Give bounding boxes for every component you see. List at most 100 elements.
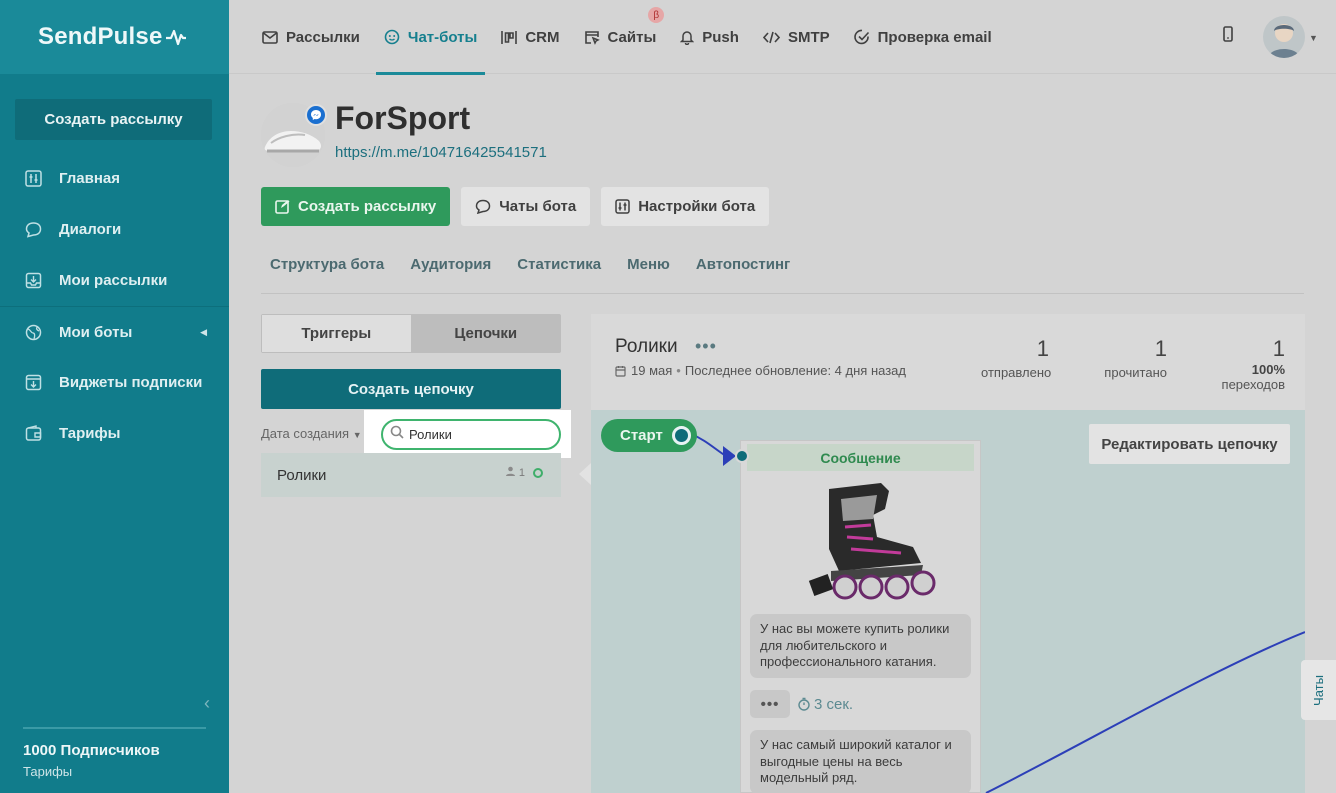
bot-name: ForSport bbox=[335, 100, 471, 136]
top-navigation: Рассылки Чат-боты CRM Сайты β Push SMTP … bbox=[229, 0, 1336, 75]
stat-read: 1 прочитано bbox=[1097, 336, 1167, 380]
tab-campaigns[interactable]: Рассылки bbox=[262, 0, 360, 74]
message-input-connector[interactable] bbox=[735, 449, 749, 463]
stat-sent-value: 1 bbox=[1036, 336, 1049, 361]
chat-bubble-icon bbox=[24, 221, 42, 239]
stat-clicks-value: 1 bbox=[1272, 336, 1285, 361]
inline-skate-image bbox=[781, 479, 951, 604]
chain-list-item[interactable]: Ролики 1 bbox=[261, 453, 561, 497]
bot-chats-button[interactable]: Чаты бота bbox=[461, 187, 591, 226]
chats-tab-label: Чаты bbox=[1310, 674, 1326, 706]
edit-icon bbox=[275, 199, 290, 214]
inbox-icon bbox=[24, 272, 42, 290]
dashboard-icon bbox=[24, 170, 42, 188]
sidebar-item-tariffs[interactable]: Тарифы bbox=[0, 408, 229, 459]
beta-badge: β bbox=[648, 7, 665, 23]
segment-chains[interactable]: Цепочки bbox=[411, 315, 560, 352]
code-icon bbox=[762, 31, 780, 44]
tab-push[interactable]: Push bbox=[680, 0, 739, 74]
stat-read-value: 1 bbox=[1154, 336, 1167, 361]
sidebar-item-home[interactable]: Главная bbox=[0, 153, 229, 204]
subscriber-count: 1000 Подписчиков bbox=[23, 742, 160, 759]
settings-sliders-icon bbox=[615, 199, 630, 214]
status-active-icon bbox=[533, 467, 543, 478]
chain-search-field[interactable] bbox=[381, 419, 561, 450]
message-text-bubble: У нас самый широкий каталог и выгодные ц… bbox=[750, 730, 971, 793]
chevron-down-icon[interactable]: ▼ bbox=[1309, 33, 1318, 43]
tab-label: Чат-боты bbox=[407, 28, 478, 46]
segment-triggers[interactable]: Триггеры bbox=[262, 315, 412, 352]
tab-smtp[interactable]: SMTP bbox=[762, 0, 830, 74]
tab-email-verify[interactable]: Проверка email bbox=[853, 0, 992, 74]
message-text-bubble: У нас вы можете купить ролики для любите… bbox=[750, 614, 971, 678]
tab-crm[interactable]: CRM bbox=[501, 0, 560, 74]
search-input[interactable] bbox=[409, 427, 539, 442]
chat-bubble-icon bbox=[475, 199, 491, 214]
sidebar-item-campaigns[interactable]: Мои рассылки bbox=[0, 255, 229, 306]
tab-chatbots[interactable]: Чат-боты bbox=[375, 0, 486, 75]
sort-label: Дата создания bbox=[261, 426, 350, 441]
sidebar-item-label: Мои боты bbox=[59, 323, 133, 341]
sidebar-item-dialogs[interactable]: Диалоги bbox=[0, 204, 229, 255]
collapse-sidebar-icon[interactable]: ‹ bbox=[204, 693, 210, 714]
subtab-autoposting[interactable]: Автопостинг bbox=[696, 256, 790, 293]
stopwatch-icon bbox=[798, 697, 810, 711]
user-avatar[interactable] bbox=[1263, 16, 1305, 58]
bot-messenger-link[interactable]: https://m.me/104716425541571 bbox=[335, 144, 547, 161]
kanban-icon bbox=[501, 30, 518, 45]
site-icon bbox=[584, 30, 600, 45]
start-node[interactable]: Старт bbox=[601, 419, 697, 452]
more-options-icon[interactable]: ••• bbox=[695, 336, 717, 357]
sendpulse-logo[interactable]: SendPulse bbox=[0, 0, 229, 74]
stat-clicks-label: переходов bbox=[1221, 377, 1285, 392]
tab-label: Сайты bbox=[607, 28, 657, 46]
sort-dropdown[interactable]: Дата создания ▼ bbox=[261, 426, 362, 441]
start-label: Старт bbox=[620, 427, 663, 444]
plan-link[interactable]: Тарифы bbox=[23, 764, 206, 779]
stat-read-label: прочитано bbox=[1104, 365, 1167, 380]
sidebar-item-bots[interactable]: Мои боты ◀ bbox=[0, 306, 229, 357]
tab-label: Проверка email bbox=[877, 28, 992, 46]
typing-dots-icon: ••• bbox=[750, 690, 790, 718]
tab-label: Push bbox=[702, 28, 739, 46]
bot-settings-button[interactable]: Настройки бота bbox=[601, 187, 770, 226]
mobile-phone-icon[interactable] bbox=[1223, 26, 1233, 47]
stat-clicks: 1 100% переходов bbox=[1211, 336, 1285, 392]
start-connector[interactable] bbox=[672, 426, 691, 445]
chain-subscriber-count: 1 bbox=[518, 466, 525, 479]
chain-date-info: 19 мая • Последнее обновление: 4 дня наз… bbox=[615, 363, 906, 378]
sidebar-item-label: Главная bbox=[59, 170, 121, 187]
triggers-chains-toggle: Триггеры Цепочки bbox=[261, 314, 561, 353]
envelope-icon bbox=[262, 30, 278, 44]
tab-label: CRM bbox=[525, 28, 560, 46]
create-campaign-button[interactable]: Создать рассылку bbox=[261, 187, 451, 226]
globe-icon bbox=[24, 323, 42, 341]
subtab-menu[interactable]: Меню bbox=[627, 256, 670, 293]
delay-row: ••• 3 сек. bbox=[750, 690, 853, 718]
chats-side-tab[interactable]: Чаты bbox=[1301, 660, 1336, 720]
wallet-icon bbox=[24, 425, 42, 443]
sidebar-create-campaign-button[interactable]: Создать рассылку bbox=[15, 99, 212, 140]
subtab-audience[interactable]: Аудитория bbox=[410, 256, 491, 293]
create-chain-button[interactable]: Создать цепочку bbox=[261, 369, 561, 409]
edit-chain-button[interactable]: Редактировать цепочку bbox=[1089, 424, 1290, 464]
subtab-structure[interactable]: Структура бота bbox=[270, 256, 384, 293]
chain-title: Ролики bbox=[615, 336, 678, 357]
stat-sent: 1 отправлено bbox=[981, 336, 1051, 380]
bot-icon bbox=[384, 29, 400, 45]
caret-down-icon: ▼ bbox=[352, 430, 362, 440]
selected-pointer bbox=[579, 463, 591, 485]
sidebar-item-label: Мои рассылки bbox=[59, 272, 168, 289]
subtab-statistics[interactable]: Статистика bbox=[517, 256, 601, 293]
sidebar-item-widgets[interactable]: Виджеты подписки bbox=[0, 357, 229, 408]
delay-value: 3 сек. bbox=[814, 695, 854, 713]
tab-sites[interactable]: Сайты β bbox=[584, 0, 665, 74]
widget-icon bbox=[24, 374, 42, 392]
caret-left-icon: ◀ bbox=[200, 326, 207, 337]
sidebar: SendPulse Создать рассылку Главная Диало… bbox=[0, 0, 229, 793]
message-card-header: Сообщение bbox=[747, 444, 974, 471]
button-label: Создать рассылку bbox=[298, 198, 437, 215]
tab-label: SMTP bbox=[787, 28, 830, 46]
chain-date: 19 мая bbox=[631, 363, 673, 378]
pulse-logo-icon bbox=[165, 29, 186, 46]
